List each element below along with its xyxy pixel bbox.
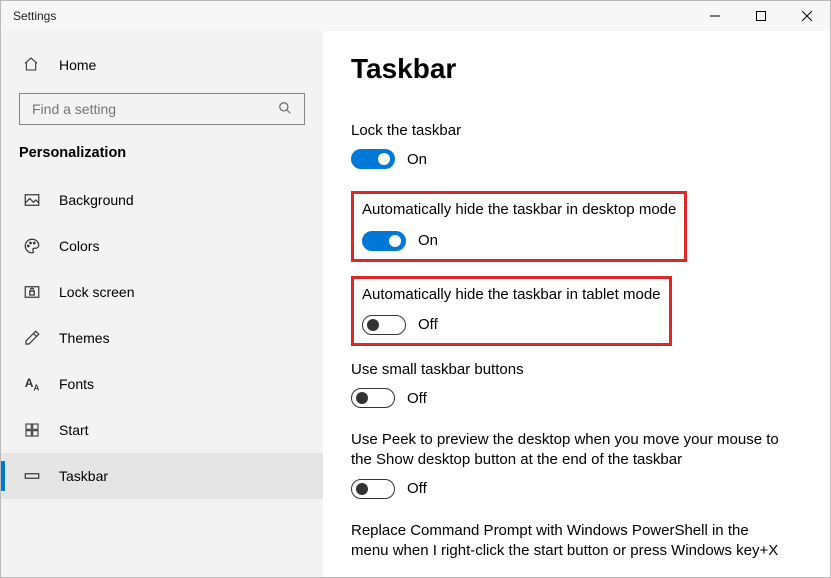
toggle-state-text: On [418, 232, 438, 249]
themes-icon [23, 329, 41, 347]
toggle-peek[interactable] [351, 479, 395, 499]
setting-label: Lock the taskbar [351, 121, 802, 141]
setting-label: Use Peek to preview the desktop when you… [351, 430, 781, 471]
setting-label: Automatically hide the taskbar in deskto… [362, 200, 676, 220]
start-icon [23, 421, 41, 439]
search-icon [278, 101, 294, 117]
sidebar-item-fonts[interactable]: AA Fonts [1, 361, 323, 407]
sidebar: Home Personalization Background [1, 31, 323, 577]
close-button[interactable] [784, 1, 830, 31]
search-input[interactable] [30, 100, 278, 118]
sidebar-home[interactable]: Home [1, 45, 323, 85]
sidebar-item-label: Themes [59, 330, 110, 346]
setting-autohide-tablet: Automatically hide the taskbar in tablet… [362, 285, 661, 335]
home-icon [23, 56, 41, 75]
main-content: Taskbar Lock the taskbar On Automaticall… [323, 31, 830, 577]
toggle-autohide-desktop[interactable] [362, 231, 406, 251]
toggle-state-text: Off [407, 390, 427, 407]
sidebar-home-label: Home [59, 57, 96, 73]
setting-peek: Use Peek to preview the desktop when you… [351, 430, 781, 499]
setting-small-buttons: Use small taskbar buttons Off [351, 360, 802, 408]
sidebar-item-background[interactable]: Background [1, 177, 323, 223]
sidebar-item-taskbar[interactable]: Taskbar [1, 453, 323, 499]
toggle-state-text: Off [407, 480, 427, 497]
search-box[interactable] [19, 93, 305, 125]
maximize-button[interactable] [738, 1, 784, 31]
setting-label: Replace Command Prompt with Windows Powe… [351, 521, 781, 562]
titlebar: Settings [1, 1, 830, 31]
sidebar-item-start[interactable]: Start [1, 407, 323, 453]
setting-label: Use small taskbar buttons [351, 360, 802, 380]
toggle-lock-taskbar[interactable] [351, 149, 395, 169]
minimize-button[interactable] [692, 1, 738, 31]
sidebar-section-title: Personalization [1, 139, 323, 177]
sidebar-item-label: Lock screen [59, 284, 134, 300]
sidebar-item-label: Taskbar [59, 468, 108, 484]
toggle-state-text: Off [418, 316, 438, 333]
setting-label: Automatically hide the taskbar in tablet… [362, 285, 661, 305]
highlight-autohide-desktop: Automatically hide the taskbar in deskto… [351, 191, 687, 261]
page-title: Taskbar [351, 53, 802, 85]
setting-autohide-desktop: Automatically hide the taskbar in deskto… [362, 200, 676, 250]
lock-screen-icon [23, 283, 41, 301]
highlight-autohide-tablet: Automatically hide the taskbar in tablet… [351, 276, 672, 346]
sidebar-nav: Background Colors Lock screen Themes [1, 177, 323, 499]
sidebar-item-label: Fonts [59, 376, 94, 392]
fonts-icon: AA [23, 375, 41, 393]
picture-icon [23, 191, 41, 209]
sidebar-item-label: Colors [59, 238, 99, 254]
window-title: Settings [13, 9, 56, 23]
sidebar-item-colors[interactable]: Colors [1, 223, 323, 269]
sidebar-item-label: Background [59, 192, 134, 208]
sidebar-item-lock-screen[interactable]: Lock screen [1, 269, 323, 315]
palette-icon [23, 237, 41, 255]
toggle-small-buttons[interactable] [351, 388, 395, 408]
taskbar-icon [23, 467, 41, 485]
sidebar-item-label: Start [59, 422, 89, 438]
sidebar-item-themes[interactable]: Themes [1, 315, 323, 361]
toggle-autohide-tablet[interactable] [362, 315, 406, 335]
setting-lock-taskbar: Lock the taskbar On [351, 121, 802, 169]
toggle-state-text: On [407, 151, 427, 168]
